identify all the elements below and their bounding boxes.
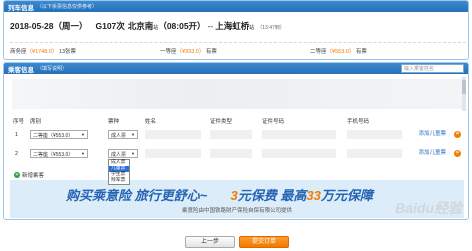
col-phone: 手机号码 <box>347 119 370 125</box>
id-number-input[interactable] <box>262 130 336 139</box>
banner-text-1: 购买乘意险 <box>66 188 132 203</box>
plus-icon: + <box>14 172 20 178</box>
banner-premium-amount: 3 <box>230 188 238 203</box>
passenger-search-input[interactable] <box>401 64 464 73</box>
ticket-type-dropdown[interactable]: 成人票 儿童票 学生票 残军票 <box>108 159 130 185</box>
train-info-title: 列车信息 <box>8 4 34 12</box>
seat-first-class: 一等座（¥933.0） 有票 <box>160 47 217 55</box>
passenger-table-header: 序号 席别 票种 姓名 证件类型 证件号码 手机号码 <box>4 115 468 125</box>
seat-availability-count: 有票 <box>205 49 217 55</box>
row-number: 2 <box>15 151 19 157</box>
col-ticket: 票种 <box>108 119 120 125</box>
ticket-type-value: 成人票 <box>111 133 127 139</box>
train-info-panel: 列车信息 （以下余票信息仅供参考） 2018-05-28（周一） G107次 北… <box>3 0 469 60</box>
seat-availability-count: 有票 <box>355 49 367 55</box>
banner-text-2: 旅行更舒心~ <box>134 188 208 203</box>
depart-time: （08:05开） <box>158 21 206 31</box>
banner-coverage-amount: 33 <box>306 188 321 203</box>
previous-step-button[interactable]: 上一步 <box>185 236 235 248</box>
ticket-option-disabled-military[interactable]: 残军票 <box>109 178 129 184</box>
seat-select-value: 二等座（¥553.0） <box>33 152 74 158</box>
arrive-time: （13:47到） <box>257 25 285 31</box>
passenger-panel: 乘客信息 （填写说明） 序号 席别 票种 姓名 证件类型 证件号码 手机号码 1… <box>3 62 469 220</box>
to-station: 上海虹桥 <box>215 21 250 31</box>
divider <box>10 42 466 43</box>
col-id-no: 证件号码 <box>262 119 285 125</box>
add-passenger-button[interactable]: + 新增乘客 <box>14 171 44 179</box>
scrollbar-thumb[interactable] <box>462 80 466 94</box>
seat-select-value: 二等座（¥553.0） <box>33 133 74 139</box>
id-type-select[interactable] <box>210 130 252 139</box>
seat-name: 商务座 <box>10 49 27 55</box>
name-input[interactable] <box>145 149 201 158</box>
baidu-watermark: Baidu经验 <box>395 200 462 216</box>
seat-price: （¥1748.0） <box>26 49 58 55</box>
banner-max-label: 最高 <box>280 188 307 203</box>
ticket-type-select[interactable]: 成人票 ▼ <box>108 149 138 158</box>
chevron-down-icon: ▼ <box>81 132 85 137</box>
col-seat: 席别 <box>30 119 42 125</box>
banner-coverage-label: 万元保障 <box>320 188 373 203</box>
id-type-select[interactable] <box>210 149 252 158</box>
phone-input[interactable] <box>347 149 402 158</box>
travel-date: 2018-05-28（周一） <box>10 21 88 31</box>
name-input[interactable] <box>145 130 201 139</box>
train-info-header: 列车信息 （以下余票信息仅供参考） <box>4 1 468 12</box>
train-number: G107次 <box>95 21 125 31</box>
passenger-help-link[interactable]: （填写说明） <box>37 65 67 72</box>
banner-premium-label: 元保费 <box>237 188 277 203</box>
seat-name: 一等座 <box>160 49 177 55</box>
from-station: 北京南 <box>127 21 154 31</box>
seat-business: 商务座（¥1748.0） 13张票 <box>10 47 76 55</box>
col-index: 序号 <box>13 119 25 125</box>
submit-order-button[interactable]: 提交订单 <box>239 236 289 248</box>
ticket-type-value: 成人票 <box>111 152 127 158</box>
seat-second-class: 二等座（¥553.0） 有票 <box>310 47 367 55</box>
saved-passengers-list[interactable] <box>12 79 462 109</box>
chevron-down-icon: ▼ <box>81 151 85 156</box>
train-summary: 2018-05-28（周一） G107次 北京南 站 （08:05开） -- 上… <box>10 20 285 32</box>
add-child-ticket-link[interactable]: 添加儿童票 <box>418 129 446 137</box>
phone-input[interactable] <box>347 130 402 139</box>
passenger-row: 1 二等座（¥553.0） ▼ 成人票 ▼ 添加儿童票 × <box>4 127 468 143</box>
ticket-type-select[interactable]: 成人票 ▼ <box>108 130 138 139</box>
insurance-headline: 购买乘意险 旅行更舒心~ 3元保费 最高33万元保障 <box>66 185 373 204</box>
delete-passenger-icon[interactable]: × <box>454 131 461 138</box>
chevron-down-icon: ▼ <box>131 151 135 156</box>
add-child-ticket-link[interactable]: 添加儿童票 <box>418 148 446 156</box>
row-number: 1 <box>15 132 19 138</box>
route-arrow: -- <box>207 21 214 31</box>
seat-price: （¥553.0） <box>326 49 355 55</box>
seat-availability-count: 13张票 <box>58 49 77 55</box>
id-number-input[interactable] <box>262 149 336 158</box>
passenger-header: 乘客信息 （填写说明） <box>4 63 468 74</box>
seat-select[interactable]: 二等座（¥553.0） ▼ <box>30 130 88 139</box>
col-id-type: 证件类型 <box>210 119 233 125</box>
seat-price: （¥933.0） <box>176 49 205 55</box>
seat-select[interactable]: 二等座（¥553.0） ▼ <box>30 149 88 158</box>
add-passenger-label: 新增乘客 <box>22 173 45 179</box>
seat-availability: 商务座（¥1748.0） 13张票 一等座（¥933.0） 有票 二等座（¥55… <box>10 45 466 55</box>
chevron-down-icon: ▼ <box>131 132 135 137</box>
to-station-tag: 站 <box>249 25 255 31</box>
train-info-subtitle: （以下余票信息仅供参考） <box>37 4 98 10</box>
seat-name: 二等座 <box>310 49 327 55</box>
col-name: 姓名 <box>145 119 157 125</box>
passenger-title: 乘客信息 <box>8 66 34 74</box>
delete-passenger-icon[interactable]: × <box>454 150 461 157</box>
passenger-row: 2 二等座（¥553.0） ▼ 成人票 ▼ 添加儿童票 × <box>4 146 468 162</box>
